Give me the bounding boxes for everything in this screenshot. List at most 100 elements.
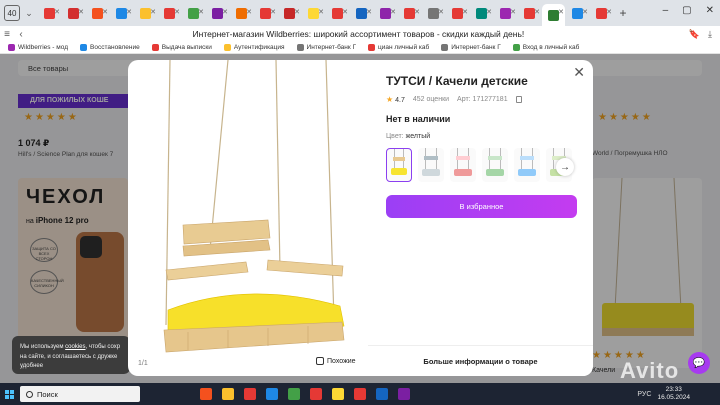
color-thumbnail[interactable] bbox=[450, 148, 476, 182]
new-tab-button[interactable]: + bbox=[615, 6, 631, 20]
close-window-icon[interactable]: ✕ bbox=[706, 5, 714, 16]
product-gallery[interactable]: 1/1 Похожие bbox=[128, 60, 368, 376]
more-info-button[interactable]: Больше информации о товаре bbox=[368, 345, 593, 376]
browser-tab[interactable]: ✕ bbox=[38, 4, 61, 22]
cookie-link[interactable]: cookies bbox=[65, 344, 85, 350]
color-thumbnail[interactable] bbox=[482, 148, 508, 182]
tab-close-icon[interactable]: ✕ bbox=[558, 8, 564, 16]
menu-icon[interactable]: ≡ bbox=[0, 29, 14, 40]
browser-tab[interactable]: ✕ bbox=[350, 4, 373, 22]
bookmark-item[interactable]: циан личный каб bbox=[368, 44, 429, 51]
page-title[interactable]: Интернет-магазин Wildberries: широкий ас… bbox=[28, 29, 689, 39]
taskbar-app-icon[interactable] bbox=[288, 388, 300, 400]
taskbar-search[interactable]: Поиск bbox=[20, 386, 140, 402]
browser-tab[interactable]: ✕ bbox=[182, 4, 205, 22]
browser-tab[interactable]: ✕ bbox=[134, 4, 157, 22]
minimize-icon[interactable]: – bbox=[663, 5, 669, 16]
browser-tab[interactable]: ✕ bbox=[302, 4, 325, 22]
browser-tab[interactable]: ✕ bbox=[470, 4, 493, 22]
browser-tab[interactable]: ✕ bbox=[110, 4, 133, 22]
tab-close-icon[interactable]: ✕ bbox=[54, 8, 60, 16]
similar-button[interactable]: Похожие bbox=[316, 357, 356, 365]
product-title: ТУТСИ / Качели детские bbox=[386, 74, 528, 88]
bookmark-label: циан личный каб bbox=[378, 44, 430, 51]
stock-status: Нет в наличии bbox=[386, 114, 451, 124]
product-quickview-modal: 1/1 Похожие ✕ ТУТСИ / Качели детские ★ 4… bbox=[128, 60, 593, 376]
tab-close-icon[interactable]: ✕ bbox=[414, 8, 420, 16]
reviews-count[interactable]: 452 оценки bbox=[413, 96, 449, 103]
tab-close-icon[interactable]: ✕ bbox=[390, 8, 396, 16]
browser-tab[interactable]: ✕ bbox=[398, 4, 421, 22]
back-icon[interactable]: ‹ bbox=[14, 29, 28, 40]
tab-close-icon[interactable]: ✕ bbox=[486, 8, 492, 16]
bookmark-item[interactable]: Вход в личный каб bbox=[512, 44, 579, 51]
bookmark-item[interactable]: Wildberries - мод bbox=[8, 44, 68, 51]
bookmark-icon[interactable]: 🔖 bbox=[689, 29, 700, 40]
tab-close-icon[interactable]: ✕ bbox=[270, 8, 276, 16]
language-indicator[interactable]: РУС bbox=[637, 391, 651, 398]
tab-close-icon[interactable]: ✕ bbox=[366, 8, 372, 16]
tab-close-icon[interactable]: ✕ bbox=[582, 8, 588, 16]
browser-tab[interactable]: ✕ bbox=[206, 4, 229, 22]
tab-close-icon[interactable]: ✕ bbox=[534, 8, 540, 16]
clock[interactable]: 23:33 16.05.2024 bbox=[657, 386, 690, 402]
tab-count-badge[interactable]: 40 bbox=[4, 5, 20, 21]
chat-icon[interactable]: 💬 bbox=[688, 352, 710, 374]
color-thumbnail[interactable] bbox=[514, 148, 540, 182]
browser-tab[interactable]: ✕ bbox=[326, 4, 349, 22]
tab-close-icon[interactable]: ✕ bbox=[462, 8, 468, 16]
taskbar-app-icon[interactable] bbox=[332, 388, 344, 400]
bookmark-item[interactable]: Выдача выписки bbox=[151, 44, 212, 51]
browser-tab[interactable]: ✕ bbox=[278, 4, 301, 22]
bookmark-item[interactable]: Интернет-банк Г bbox=[296, 44, 356, 51]
browser-tab[interactable]: ✕ bbox=[446, 4, 469, 22]
tab-close-icon[interactable]: ✕ bbox=[246, 8, 252, 16]
taskbar-app-icon[interactable] bbox=[398, 388, 410, 400]
download-icon[interactable]: ⤓ bbox=[708, 29, 712, 40]
browser-tab[interactable]: ✕ bbox=[542, 4, 565, 26]
color-thumbnail[interactable] bbox=[418, 148, 444, 182]
browser-tab[interactable]: ✕ bbox=[590, 4, 613, 22]
browser-tab[interactable]: ✕ bbox=[254, 4, 277, 22]
tab-close-icon[interactable]: ✕ bbox=[222, 8, 228, 16]
color-thumbnail[interactable] bbox=[386, 148, 412, 182]
next-arrow-icon[interactable]: → bbox=[556, 158, 574, 176]
bookmark-item[interactable]: Интернет-банк Г bbox=[441, 44, 501, 51]
tab-close-icon[interactable]: ✕ bbox=[342, 8, 348, 16]
browser-tab[interactable]: ✕ bbox=[374, 4, 397, 22]
tab-close-icon[interactable]: ✕ bbox=[510, 8, 516, 16]
tab-close-icon[interactable]: ✕ bbox=[318, 8, 324, 16]
copy-icon[interactable] bbox=[515, 96, 522, 103]
taskbar-app-icon[interactable] bbox=[376, 388, 388, 400]
bookmark-item[interactable]: Аутентификация bbox=[223, 44, 285, 51]
taskbar-app-icon[interactable] bbox=[222, 388, 234, 400]
bookmark-item[interactable]: Восстановление bbox=[80, 44, 140, 51]
maximize-icon[interactable]: ▢ bbox=[682, 5, 691, 16]
browser-tab[interactable]: ✕ bbox=[158, 4, 181, 22]
chevron-down-icon[interactable]: ⌄ bbox=[22, 8, 36, 19]
browser-tab[interactable]: ✕ bbox=[62, 4, 85, 22]
browser-tab[interactable]: ✕ bbox=[494, 4, 517, 22]
add-to-favorites-button[interactable]: В избранное bbox=[386, 195, 577, 218]
tab-close-icon[interactable]: ✕ bbox=[150, 8, 156, 16]
taskbar-app-icon[interactable] bbox=[244, 388, 256, 400]
tab-close-icon[interactable]: ✕ bbox=[198, 8, 204, 16]
browser-tab[interactable]: ✕ bbox=[422, 4, 445, 22]
browser-tab[interactable]: ✕ bbox=[230, 4, 253, 22]
taskbar-app-icon[interactable] bbox=[310, 388, 322, 400]
tab-close-icon[interactable]: ✕ bbox=[294, 8, 300, 16]
tab-close-icon[interactable]: ✕ bbox=[438, 8, 444, 16]
tab-close-icon[interactable]: ✕ bbox=[606, 8, 612, 16]
tab-close-icon[interactable]: ✕ bbox=[126, 8, 132, 16]
browser-tab[interactable]: ✕ bbox=[566, 4, 589, 22]
start-button[interactable] bbox=[0, 383, 18, 405]
close-icon[interactable]: ✕ bbox=[573, 64, 585, 81]
browser-tab[interactable]: ✕ bbox=[518, 4, 541, 22]
tab-close-icon[interactable]: ✕ bbox=[78, 8, 84, 16]
taskbar-app-icon[interactable] bbox=[354, 388, 366, 400]
tab-close-icon[interactable]: ✕ bbox=[174, 8, 180, 16]
browser-tab[interactable]: ✕ bbox=[86, 4, 109, 22]
taskbar-app-icon[interactable] bbox=[266, 388, 278, 400]
tab-close-icon[interactable]: ✕ bbox=[102, 8, 108, 16]
taskbar-app-icon[interactable] bbox=[200, 388, 212, 400]
